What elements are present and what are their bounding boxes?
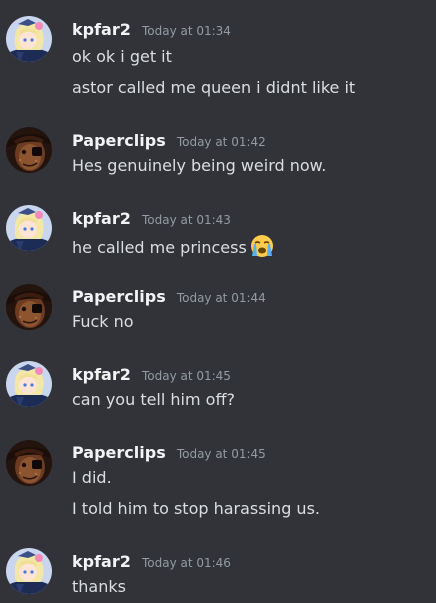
timestamp[interactable]: Today at 01:45 <box>177 447 266 461</box>
message-header: kpfar2 Today at 01:43 <box>72 209 231 228</box>
username[interactable]: Paperclips <box>72 443 166 462</box>
timestamp[interactable]: Today at 01:46 <box>142 556 231 570</box>
username[interactable]: kpfar2 <box>72 20 131 39</box>
message-text: Fuck no <box>72 312 134 331</box>
message-text: Hes genuinely being weird now. <box>72 156 327 175</box>
message-text: astor called me queen i didnt like it <box>72 78 356 97</box>
loudly-crying-face-icon[interactable] <box>249 234 275 262</box>
message-text: thanks <box>72 577 126 596</box>
message-header: kpfar2 Today at 01:46 <box>72 552 231 571</box>
avatar[interactable] <box>6 16 52 62</box>
avatar[interactable] <box>6 440 52 486</box>
username[interactable]: kpfar2 <box>72 552 131 571</box>
username[interactable]: Paperclips <box>72 287 166 306</box>
message-header: Paperclips Today at 01:42 <box>72 131 266 150</box>
username[interactable]: kpfar2 <box>72 209 131 228</box>
message-text: can you tell him off? <box>72 390 235 409</box>
timestamp[interactable]: Today at 01:43 <box>142 213 231 227</box>
username[interactable]: kpfar2 <box>72 365 131 384</box>
avatar[interactable] <box>6 548 52 594</box>
message-text: he called me princess <box>72 234 275 262</box>
message-text: I told him to stop harassing us. <box>72 499 320 518</box>
message-header: kpfar2 Today at 01:34 <box>72 20 231 39</box>
timestamp[interactable]: Today at 01:45 <box>142 369 231 383</box>
avatar[interactable] <box>6 127 52 173</box>
timestamp[interactable]: Today at 01:42 <box>177 135 266 149</box>
message-text-content: he called me princess <box>72 238 247 257</box>
avatar[interactable] <box>6 205 52 251</box>
message-header: Paperclips Today at 01:45 <box>72 443 266 462</box>
message-header: Paperclips Today at 01:44 <box>72 287 266 306</box>
message-header: kpfar2 Today at 01:45 <box>72 365 231 384</box>
timestamp[interactable]: Today at 01:34 <box>142 24 231 38</box>
timestamp[interactable]: Today at 01:44 <box>177 291 266 305</box>
message-text: I did. <box>72 468 112 487</box>
username[interactable]: Paperclips <box>72 131 166 150</box>
avatar[interactable] <box>6 361 52 407</box>
message-text: ok ok i get it <box>72 47 172 66</box>
avatar[interactable] <box>6 284 52 330</box>
